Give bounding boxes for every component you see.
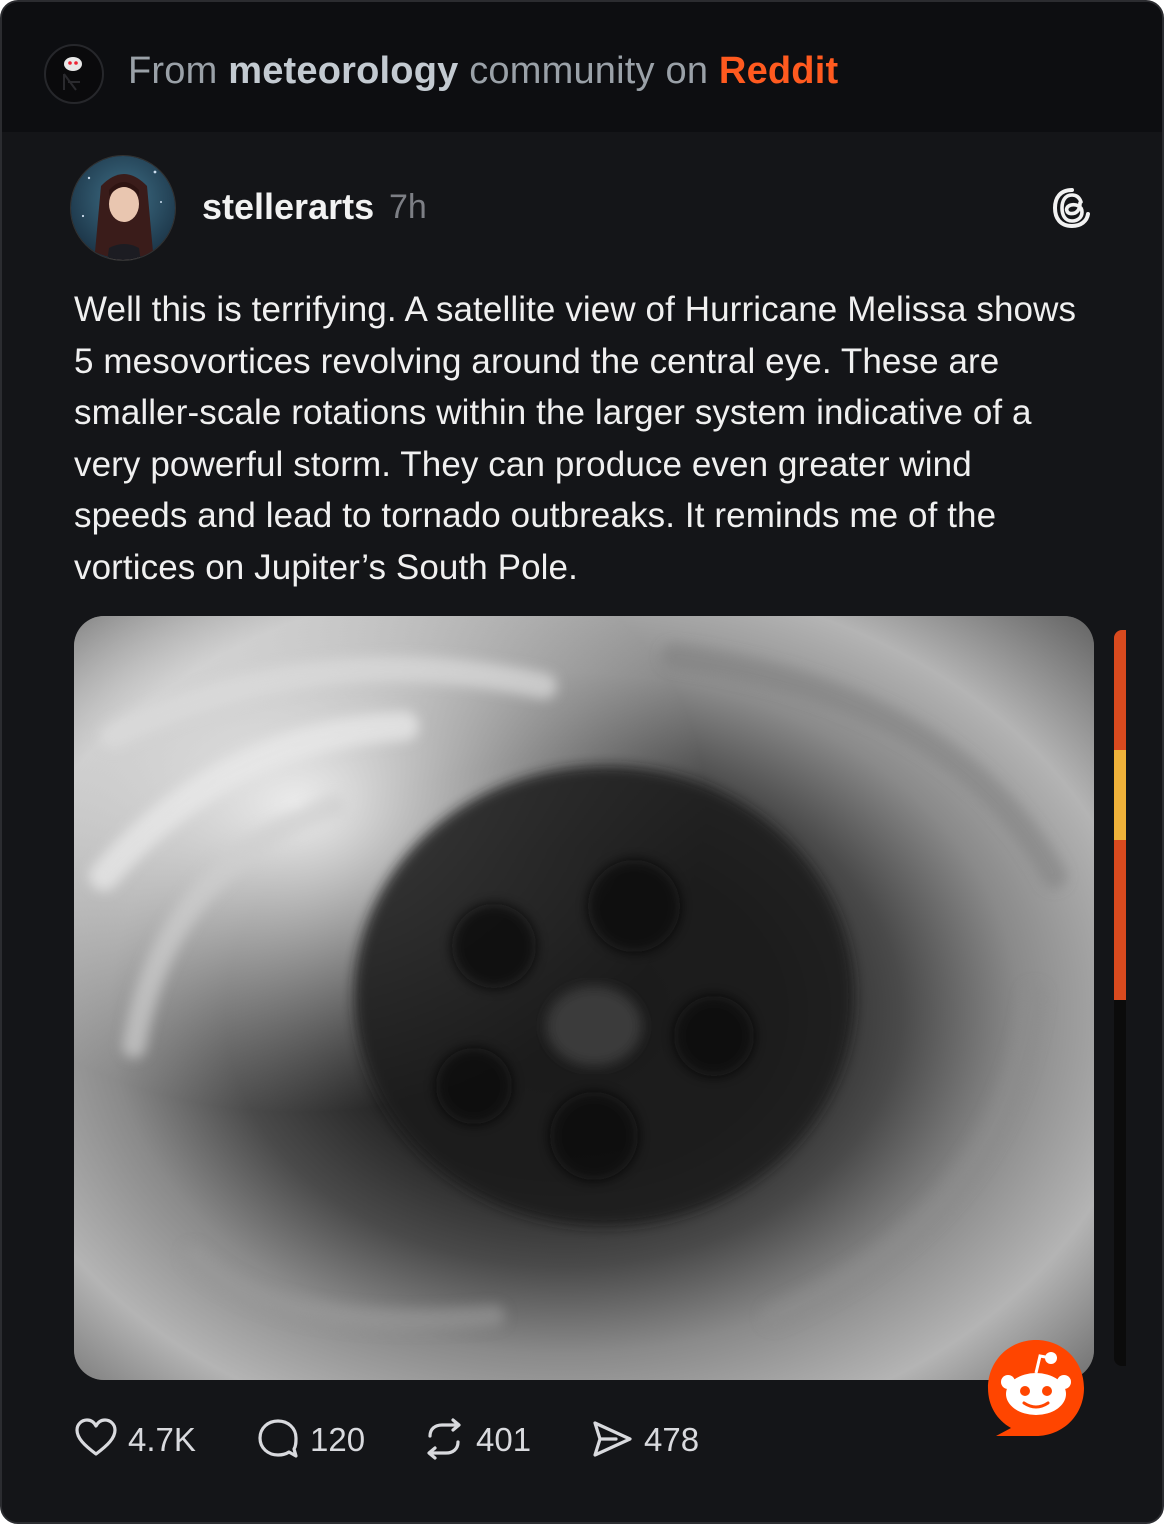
community-name-link[interactable]: meteorology	[228, 50, 458, 92]
like-count: 4.7K	[128, 1421, 196, 1458]
post-text: Well this is terrifying. A satellite vie…	[74, 290, 1077, 587]
hurricane-satellite-image[interactable]	[74, 616, 1094, 1380]
post-card-frame: From meteorology community on Reddit ste…	[0, 0, 1164, 1524]
threads-icon[interactable]	[1050, 186, 1094, 230]
reddit-brand-link[interactable]: Reddit	[719, 50, 838, 92]
community-avatar[interactable]	[44, 44, 104, 104]
repost-icon	[427, 1418, 461, 1460]
repost-button[interactable]: 401	[422, 1414, 534, 1464]
source-line: From meteorology community on Reddit	[128, 50, 838, 93]
share-count: 478	[644, 1421, 700, 1458]
author-avatar[interactable]	[70, 155, 176, 261]
author-username[interactable]: stellerarts	[202, 186, 374, 228]
post-timestamp: 7h	[389, 188, 427, 226]
comment-icon	[258, 1419, 298, 1458]
share-button[interactable]: 478	[590, 1414, 702, 1464]
comment-button[interactable]: 120	[256, 1414, 366, 1464]
like-button[interactable]: 4.7K	[74, 1414, 204, 1464]
reddit-snoo-icon[interactable]	[984, 1336, 1088, 1440]
source-prefix: From	[128, 50, 229, 92]
send-icon	[593, 1421, 632, 1457]
comment-count: 120	[310, 1421, 366, 1458]
next-image-peek[interactable]	[1114, 630, 1126, 1366]
reddit-source-header: From meteorology community on Reddit	[2, 2, 1162, 132]
community-snoo-icon	[63, 57, 82, 91]
source-middle: community on	[458, 50, 719, 92]
heart-icon	[75, 1418, 117, 1456]
repost-count: 401	[476, 1421, 532, 1458]
